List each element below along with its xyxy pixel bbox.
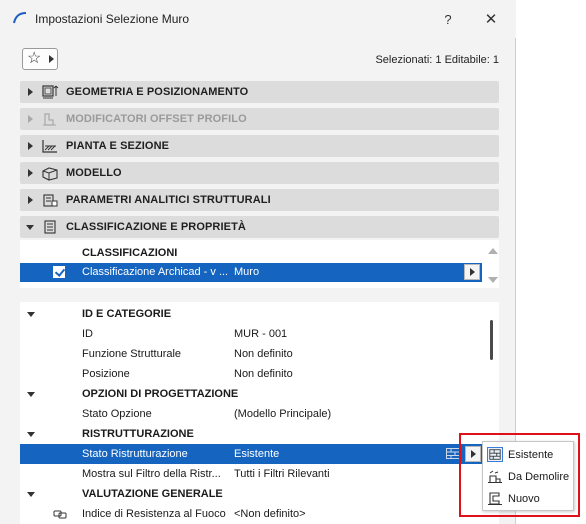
property-value[interactable]: Esistente: [234, 448, 279, 460]
title-bar: Impostazioni Selezione Muro ? ✕: [0, 0, 516, 38]
profile-offset-icon: [43, 113, 56, 126]
panel-modello[interactable]: MODELLO: [20, 162, 499, 184]
menu-item-esistente[interactable]: Esistente: [483, 444, 573, 465]
classification-header: CLASSIFICAZIONI: [82, 247, 178, 259]
property-key: Stato Opzione: [82, 408, 152, 420]
panel-label: MODELLO: [66, 167, 122, 179]
settings-dialog: Impostazioni Selezione Muro ? ✕ ☆ Selezi…: [0, 0, 516, 524]
property-value[interactable]: Tutti i Filtri Rilevanti: [234, 468, 330, 480]
demolish-icon: [488, 470, 502, 483]
collapse-arrow-icon: [27, 392, 35, 397]
classification-row[interactable]: Classificazione Archicad - v ... Muro: [20, 263, 482, 282]
panel-pianta-sezione[interactable]: PIANTA E SEZIONE: [20, 135, 499, 157]
property-value[interactable]: MUR - 001: [234, 328, 287, 340]
menu-item-label: Da Demolire: [508, 471, 570, 483]
property-value[interactable]: Non definito: [234, 368, 293, 380]
group-label: VALUTAZIONE GENERALE: [82, 488, 223, 500]
panel-label: PIANTA E SEZIONE: [66, 140, 170, 152]
properties-list: ID E CATEGORIE ID MUR - 001 Funzione Str…: [20, 302, 499, 524]
expand-arrow-icon: [28, 142, 33, 150]
group-id-categorie[interactable]: ID E CATEGORIE: [20, 304, 499, 324]
classification-name: Classificazione Archicad - v ...: [82, 266, 229, 278]
group-opzioni[interactable]: OPZIONI DI PROGETTAZIONE: [20, 384, 499, 404]
property-key: Posizione: [82, 368, 130, 380]
property-row-resistenza-fuoco[interactable]: Indice di Resistenza al Fuoco <Non defin…: [20, 504, 499, 524]
star-icon: ☆: [27, 50, 42, 67]
panel-label: PARAMETRI ANALITICI STRUTTURALI: [66, 194, 271, 206]
help-button[interactable]: ?: [438, 10, 458, 30]
property-row-funzione[interactable]: Funzione Strutturale Non definito: [20, 344, 499, 364]
property-key: Funzione Strutturale: [82, 348, 182, 360]
property-row-mostra-filtro[interactable]: Mostra sul Filtro della Ristr... Tutti i…: [20, 464, 499, 484]
panel-label: CLASSIFICAZIONE E PROPRIETÀ: [66, 221, 246, 233]
group-label: RISTRUTTURAZIONE: [82, 428, 194, 440]
group-label: ID E CATEGORIE: [82, 308, 172, 320]
property-key: Indice di Resistenza al Fuoco: [82, 508, 226, 520]
classification-list: CLASSIFICAZIONI Classificazione Archicad…: [20, 240, 499, 288]
collapse-arrow-icon: [27, 312, 35, 317]
scrollbar-thumb[interactable]: [490, 320, 493, 360]
structural-analytics-icon: [43, 194, 58, 207]
selection-info: Selezionati: 1 Editabile: 1: [375, 54, 499, 66]
favorites-button[interactable]: ☆: [22, 48, 58, 70]
property-row-stato-ristrutturazione[interactable]: Stato Ristrutturazione Esistente: [20, 444, 484, 464]
property-key: Mostra sul Filtro della Ristr...: [82, 468, 221, 480]
floorplan-section-icon: [42, 140, 57, 153]
expand-arrow-icon: [28, 169, 33, 177]
classification-icon: [44, 220, 56, 234]
archicad-logo-icon: [13, 12, 27, 24]
collapse-arrow-icon: [27, 492, 35, 497]
classification-picker-button[interactable]: [464, 264, 480, 280]
panel-label: GEOMETRIA E POSIZIONAMENTO: [66, 86, 249, 98]
property-row-id[interactable]: ID MUR - 001: [20, 324, 499, 344]
menu-item-label: Esistente: [508, 449, 554, 461]
new-construction-icon: [488, 492, 502, 505]
caret-right-icon: [49, 55, 54, 63]
model-icon: [42, 167, 58, 181]
expand-arrow-icon: [28, 115, 33, 123]
collapse-arrow-icon: [26, 225, 34, 230]
property-row-posizione[interactable]: Posizione Non definito: [20, 364, 499, 384]
panel-modificatori[interactable]: MODIFICATORI OFFSET PROFILO: [20, 108, 499, 130]
window-title: Impostazioni Selezione Muro: [35, 12, 190, 26]
classification-value: Muro: [234, 266, 260, 278]
group-valutazione[interactable]: VALUTAZIONE GENERALE: [20, 484, 499, 504]
expand-arrow-icon: [28, 196, 33, 204]
panel-parametri-analitici[interactable]: PARAMETRI ANALITICI STRUTTURALI: [20, 189, 499, 211]
property-key: Stato Ristrutturazione: [82, 448, 188, 460]
menu-item-label: Nuovo: [508, 493, 540, 505]
panel-label: MODIFICATORI OFFSET PROFILO: [66, 113, 247, 125]
panel-classificazione[interactable]: CLASSIFICAZIONE E PROPRIETÀ: [20, 216, 499, 238]
property-value[interactable]: Non definito: [234, 348, 293, 360]
scroll-up-arrow-icon[interactable]: [488, 248, 498, 254]
close-button[interactable]: ✕: [481, 10, 501, 30]
geometry-icon: [42, 85, 59, 99]
classification-checkbox[interactable]: [53, 266, 65, 278]
collapse-arrow-icon: [27, 432, 35, 437]
panel-geometria[interactable]: GEOMETRIA E POSIZIONAMENTO: [20, 81, 499, 103]
property-value[interactable]: <Non definito>: [234, 508, 306, 520]
linked-property-icon: [53, 510, 67, 519]
property-key: ID: [82, 328, 93, 340]
group-ristrutturazione[interactable]: RISTRUTTURAZIONE: [20, 424, 499, 444]
renovation-status-menu: Esistente Da Demolire Nuovo: [482, 441, 574, 511]
existing-wall-icon: [487, 447, 503, 462]
expand-arrow-icon: [28, 88, 33, 96]
group-label: OPZIONI DI PROGETTAZIONE: [82, 388, 239, 400]
property-value[interactable]: (Modello Principale): [234, 408, 331, 420]
menu-item-nuovo[interactable]: Nuovo: [483, 488, 573, 509]
scroll-down-arrow-icon[interactable]: [488, 277, 498, 283]
brick-icon: [446, 448, 460, 459]
property-row-stato-opzione[interactable]: Stato Opzione (Modello Principale): [20, 404, 499, 424]
menu-item-da-demolire[interactable]: Da Demolire: [483, 466, 573, 487]
